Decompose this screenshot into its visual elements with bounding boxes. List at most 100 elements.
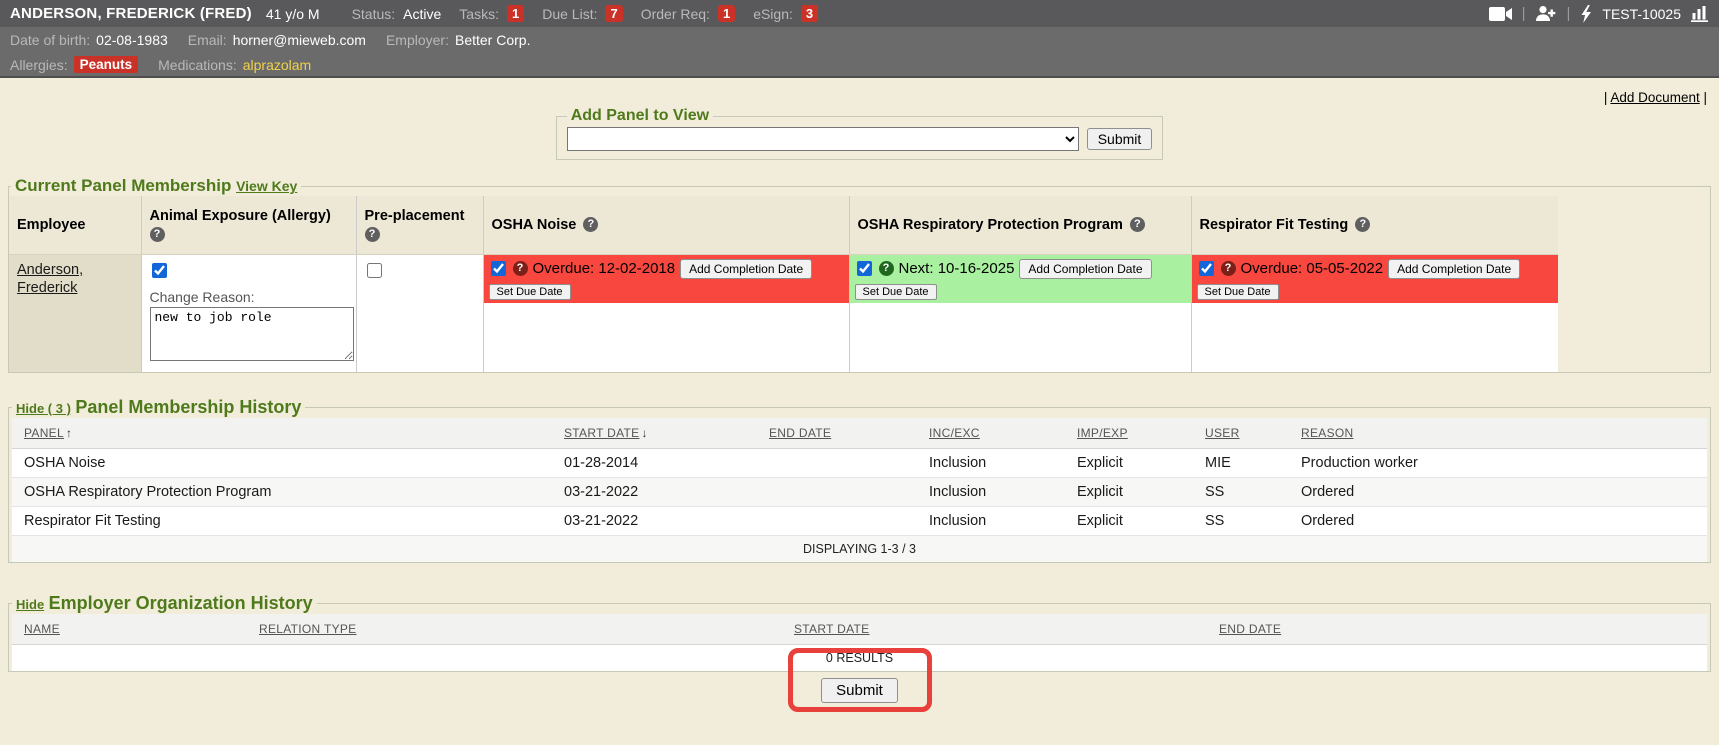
patient-info-bar: Date of birth: 02-08-1983 Email: horner@…: [0, 27, 1719, 53]
employee-column-header: Employee: [9, 196, 141, 254]
help-icon[interactable]: ?: [879, 261, 894, 276]
system-id: TEST-10025: [1602, 6, 1681, 22]
sort-user-header[interactable]: USER: [1205, 426, 1240, 440]
sort-incexc-header[interactable]: INC/EXC: [929, 426, 980, 440]
help-icon[interactable]: ?: [513, 261, 528, 276]
pre-placement-column-header: Pre-placement ?: [356, 196, 483, 254]
osha-respiratory-status-block: ? Next: 10-16-2025 Add Completion Date S…: [850, 255, 1191, 303]
view-key-link[interactable]: View Key: [236, 178, 297, 194]
sort-desc-icon: ↓: [641, 426, 647, 440]
email-label: Email:: [188, 32, 227, 48]
status-label: Overdue:: [533, 260, 595, 277]
animal-exposure-checkbox[interactable]: [152, 263, 167, 278]
employer-label: Employer:: [386, 32, 449, 48]
current-panel-table: Employee Animal Exposure (Allergy) ? Pre…: [9, 196, 1558, 372]
status-label: Next:: [899, 260, 934, 277]
sort-start-date-header[interactable]: START DATE: [794, 622, 869, 636]
help-icon[interactable]: ?: [1355, 217, 1370, 232]
set-due-date-button[interactable]: Set Due Date: [489, 284, 571, 300]
employer-history-legend: Hide Employer Organization History: [12, 593, 317, 614]
help-icon[interactable]: ?: [150, 227, 165, 242]
status-label: Overdue:: [1241, 260, 1303, 277]
employer-history-table: NAME RELATION TYPE START DATE END DATE 0…: [12, 614, 1707, 671]
order-req-label: Order Req:: [641, 6, 710, 22]
status-value: Active: [403, 6, 441, 22]
order-req-count-badge[interactable]: 1: [718, 5, 735, 22]
empty-results-row: 0 RESULTS: [12, 644, 1707, 671]
employer-submit-row: Submit: [8, 678, 1711, 703]
add-document-link[interactable]: Add Document: [1610, 90, 1699, 105]
medications-value[interactable]: alprazolam: [243, 57, 311, 73]
add-completion-date-button[interactable]: Add Completion Date: [1019, 259, 1151, 279]
sort-start-date-header[interactable]: START DATE: [564, 426, 639, 440]
sort-reason-header[interactable]: REASON: [1301, 426, 1353, 440]
sort-relation-type-header[interactable]: RELATION TYPE: [259, 622, 356, 636]
set-due-date-button[interactable]: Set Due Date: [1197, 284, 1279, 300]
bar-chart-icon[interactable]: [1691, 5, 1709, 22]
add-completion-date-button[interactable]: Add Completion Date: [1388, 259, 1520, 279]
panel-history-legend: Hide ( 3 ) Panel Membership History: [12, 397, 305, 418]
link-divider: |: [1703, 90, 1707, 105]
employer-submit-button[interactable]: Submit: [821, 678, 898, 703]
set-due-date-button[interactable]: Set Due Date: [855, 284, 937, 300]
panel-history-hide-link[interactable]: Hide ( 3 ): [16, 401, 71, 416]
help-icon[interactable]: ?: [1130, 217, 1145, 232]
osha-respiratory-column-header: OSHA Respiratory Protection Program ?: [849, 196, 1191, 254]
due-list-count-badge[interactable]: 7: [605, 5, 622, 22]
results-count-text: 0 RESULTS: [12, 644, 1707, 671]
patient-header-bar: ANDERSON, FREDERICK (FRED) 41 y/o M Stat…: [0, 0, 1719, 27]
add-panel-submit-button[interactable]: Submit: [1087, 128, 1153, 150]
sort-impexp-header[interactable]: IMP/EXP: [1077, 426, 1128, 440]
pre-placement-checkbox[interactable]: [367, 263, 382, 278]
email-value: horner@mieweb.com: [233, 32, 366, 48]
dob-value: 02-08-1983: [96, 32, 168, 48]
dob-label: Date of birth:: [10, 32, 90, 48]
esign-count-badge[interactable]: 3: [801, 5, 818, 22]
patient-age-sex: 41 y/o M: [266, 6, 320, 22]
animal-exposure-cell: Change Reason: new to job role: [141, 254, 356, 372]
allergies-label: Allergies:: [10, 57, 68, 73]
change-reason-label: Change Reason:: [150, 289, 348, 305]
change-reason-textarea[interactable]: new to job role: [150, 307, 354, 361]
current-panel-fieldset: Current Panel Membership View Key Employ…: [8, 176, 1711, 373]
add-panel-legend: Add Panel to View: [567, 107, 713, 125]
panel-history-fieldset: Hide ( 3 ) Panel Membership History PANE…: [8, 397, 1711, 563]
current-panel-legend: Current Panel Membership View Key: [11, 176, 301, 196]
help-icon[interactable]: ?: [583, 217, 598, 232]
panel-history-header-row: PANEL↑ START DATE↓ END DATE INC/EXC IMP/…: [12, 418, 1707, 449]
video-camera-icon[interactable]: [1489, 7, 1512, 21]
employee-link[interactable]: Anderson, Frederick: [17, 262, 83, 296]
status-date: 05-05-2022: [1306, 260, 1383, 277]
link-divider: |: [1604, 90, 1608, 105]
table-row: Respirator Fit Testing 03-21-2022 Inclus…: [12, 506, 1707, 535]
help-icon[interactable]: ?: [1221, 261, 1236, 276]
pre-placement-cell: [356, 254, 483, 372]
tasks-count-badge[interactable]: 1: [507, 5, 524, 22]
medications-label: Medications:: [158, 57, 237, 73]
sort-panel-header[interactable]: PANEL: [24, 426, 64, 440]
lightning-icon[interactable]: [1580, 5, 1592, 23]
sort-end-date-header[interactable]: END DATE: [1219, 622, 1281, 636]
table-row: OSHA Noise 01-28-2014 Inclusion Explicit…: [12, 448, 1707, 477]
toolbar-divider: |: [1566, 5, 1570, 22]
osha-respiratory-checkbox[interactable]: [857, 261, 872, 276]
main-content: | Add Document | Add Panel to View Submi…: [0, 78, 1719, 703]
esign-label: eSign:: [753, 6, 793, 22]
respirator-fit-checkbox[interactable]: [1199, 261, 1214, 276]
allergy-badge[interactable]: Peanuts: [74, 56, 139, 73]
osha-noise-column-header: OSHA Noise ?: [483, 196, 849, 254]
add-person-icon[interactable]: [1535, 6, 1556, 21]
panel-history-title: Panel Membership History: [75, 397, 301, 417]
respirator-fit-cell: ? Overdue: 05-05-2022 Add Completion Dat…: [1191, 254, 1558, 372]
employer-history-hide-link[interactable]: Hide: [16, 597, 44, 612]
help-icon[interactable]: ?: [365, 227, 380, 242]
sort-end-date-header[interactable]: END DATE: [769, 426, 831, 440]
status-date: 10-16-2025: [938, 260, 1015, 277]
sort-name-header[interactable]: NAME: [24, 622, 60, 636]
panel-select[interactable]: [567, 127, 1079, 151]
osha-noise-checkbox[interactable]: [491, 261, 506, 276]
employer-history-section: Hide Employer Organization History NAME …: [8, 593, 1711, 703]
table-row: OSHA Respiratory Protection Program 03-2…: [12, 477, 1707, 506]
add-completion-date-button[interactable]: Add Completion Date: [680, 259, 812, 279]
sort-asc-icon: ↑: [66, 426, 72, 440]
